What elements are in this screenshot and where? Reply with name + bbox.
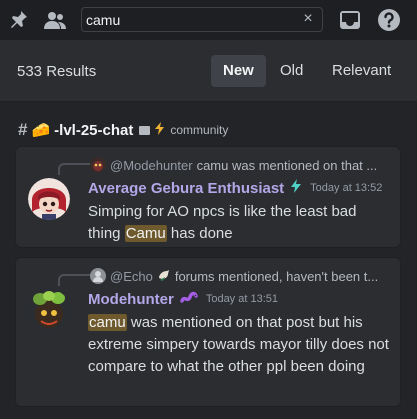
top-toolbar: × bbox=[0, 0, 417, 40]
search-highlight: Camu bbox=[124, 225, 167, 242]
forum-thread-icon bbox=[157, 268, 171, 285]
help-icon[interactable] bbox=[377, 8, 401, 32]
author-name[interactable]: Average Gebura Enthusiast bbox=[88, 180, 284, 197]
reply-avatar bbox=[90, 268, 106, 284]
results-header: 533 Results New Old Relevant bbox=[0, 40, 417, 102]
channel-hash-icon: # bbox=[18, 120, 28, 139]
reply-author: @Modehunter bbox=[110, 157, 193, 173]
worm-icon bbox=[180, 289, 198, 310]
avatar[interactable] bbox=[28, 289, 70, 331]
sort-old-button[interactable]: Old bbox=[268, 55, 315, 87]
results-count: 533 Results bbox=[17, 63, 97, 80]
search-input[interactable] bbox=[86, 10, 291, 30]
reply-connector bbox=[58, 274, 92, 286]
folder-icon bbox=[139, 125, 151, 135]
lightning-icon bbox=[290, 178, 302, 198]
author-name[interactable]: Modehunter bbox=[88, 291, 174, 308]
search-result-message[interactable]: @Echo forums mentioned, haven't been t..… bbox=[15, 257, 401, 407]
author-line: Modehunter Today at 13:51 bbox=[88, 289, 278, 309]
search-highlight: camu bbox=[88, 314, 127, 331]
search-result-message[interactable]: @Modehunter camu was mentioned on that .… bbox=[15, 146, 401, 248]
sort-relevant-button[interactable]: Relevant bbox=[320, 55, 403, 87]
message-timestamp: Today at 13:51 bbox=[205, 293, 278, 305]
reply-preview[interactable]: @Modehunter camu was mentioned on that .… bbox=[90, 156, 395, 174]
channel-category: community bbox=[170, 123, 229, 137]
channel-name: -lvl-25-chat bbox=[54, 121, 134, 139]
reply-avatar bbox=[90, 157, 106, 173]
content-text: was mentioned on that post but his extre… bbox=[88, 314, 389, 375]
message-timestamp: Today at 13:52 bbox=[310, 182, 383, 194]
clear-search-icon[interactable]: × bbox=[300, 11, 316, 27]
sort-new-button[interactable]: New bbox=[211, 55, 266, 87]
reply-preview[interactable]: @Echo forums mentioned, haven't been t..… bbox=[90, 267, 395, 285]
inbox-icon[interactable] bbox=[338, 8, 362, 32]
reply-author: @Echo bbox=[110, 268, 153, 284]
lightning-icon bbox=[154, 121, 166, 139]
cheese-emoji: 🧀 bbox=[31, 122, 51, 139]
reply-text: camu was mentioned on that ... bbox=[196, 157, 378, 173]
author-line: Average Gebura Enthusiast Today at 13:52 bbox=[88, 178, 382, 198]
search-results: # 🧀 -lvl-25-chat community @Modehunter c… bbox=[0, 102, 417, 419]
channel-header[interactable]: # 🧀 -lvl-25-chat community bbox=[18, 120, 228, 140]
scrollbar[interactable] bbox=[408, 102, 414, 419]
pin-icon[interactable] bbox=[6, 8, 30, 32]
message-content: camu was mentioned on that post but his … bbox=[88, 312, 393, 378]
reply-connector bbox=[58, 163, 92, 175]
avatar[interactable] bbox=[28, 178, 70, 220]
members-icon[interactable] bbox=[43, 8, 67, 32]
reply-text: forums mentioned, haven't been t... bbox=[174, 268, 379, 284]
search-bar[interactable]: × bbox=[81, 7, 323, 32]
content-text: has done bbox=[166, 225, 233, 242]
message-content: Simping for AO npcs is like the least ba… bbox=[88, 201, 393, 245]
